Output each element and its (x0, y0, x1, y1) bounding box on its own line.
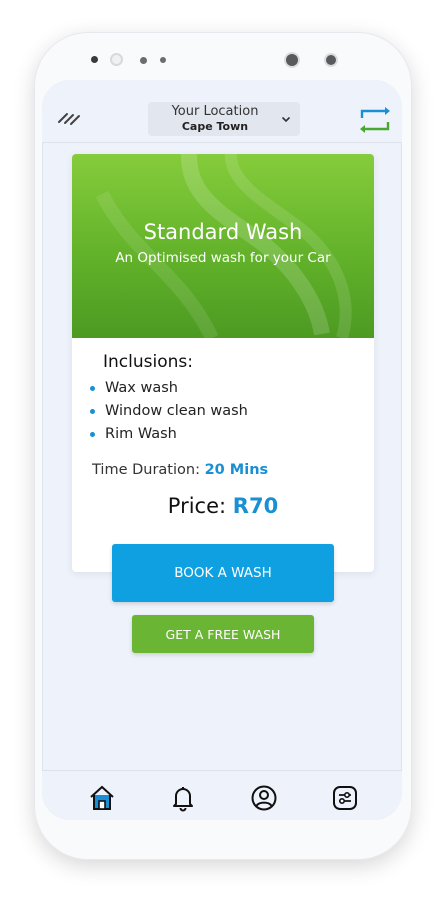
duration-label: Time Duration: (92, 462, 200, 478)
duration-value: 20 Mins (204, 462, 269, 478)
wash-subtitle: An Optimised wash for your Car (115, 250, 331, 266)
list-item: Wax wash (90, 377, 248, 400)
sensor-dot (286, 54, 298, 66)
wash-title: Standard Wash (143, 220, 303, 244)
location-selector[interactable]: Your Location Cape Town (148, 102, 300, 136)
location-label: Your Location (171, 104, 259, 119)
inclusion-text: Rim Wash (105, 426, 177, 442)
bullet-icon (90, 386, 95, 391)
profile-icon[interactable] (249, 783, 279, 813)
home-icon[interactable] (87, 783, 117, 813)
bullet-icon (90, 432, 95, 437)
sensor-dot (91, 56, 98, 63)
settings-icon[interactable] (330, 783, 360, 813)
inclusions-heading: Inclusions: (103, 352, 193, 372)
price-label: Price: (167, 494, 227, 518)
duration-line: Time Duration: 20 Mins (92, 462, 268, 478)
free-wash-button[interactable]: GET A FREE WASH (132, 615, 314, 653)
location-value: Cape Town (181, 120, 249, 133)
sensor-dot (140, 57, 147, 64)
book-wash-button[interactable]: BOOK A WASH (112, 544, 334, 602)
top-bar: Your Location Cape Town (42, 80, 402, 143)
price-line: Price: R70 (72, 494, 374, 518)
wash-banner: Standard Wash An Optimised wash for your… (72, 154, 374, 338)
bottom-nav (42, 770, 402, 820)
chevron-down-icon (281, 116, 291, 123)
list-item: Rim Wash (90, 423, 248, 446)
menu-icon[interactable] (56, 108, 82, 128)
app-screen: Your Location Cape Town Standard Wash An… (42, 80, 402, 820)
price-value: R70 (232, 494, 279, 518)
banner-pattern (95, 154, 352, 338)
sync-icon[interactable] (358, 106, 392, 134)
bullet-icon (90, 409, 95, 414)
sensor-dot (326, 55, 336, 65)
inclusion-text: Wax wash (105, 380, 178, 396)
front-camera (110, 53, 123, 66)
bell-icon[interactable] (168, 783, 198, 813)
list-item: Window clean wash (90, 400, 248, 423)
inclusion-text: Window clean wash (105, 403, 248, 419)
wash-card: Standard Wash An Optimised wash for your… (72, 154, 374, 572)
inclusions-list: Wax wash Window clean wash Rim Wash (90, 377, 248, 446)
sensor-dot (160, 57, 166, 63)
